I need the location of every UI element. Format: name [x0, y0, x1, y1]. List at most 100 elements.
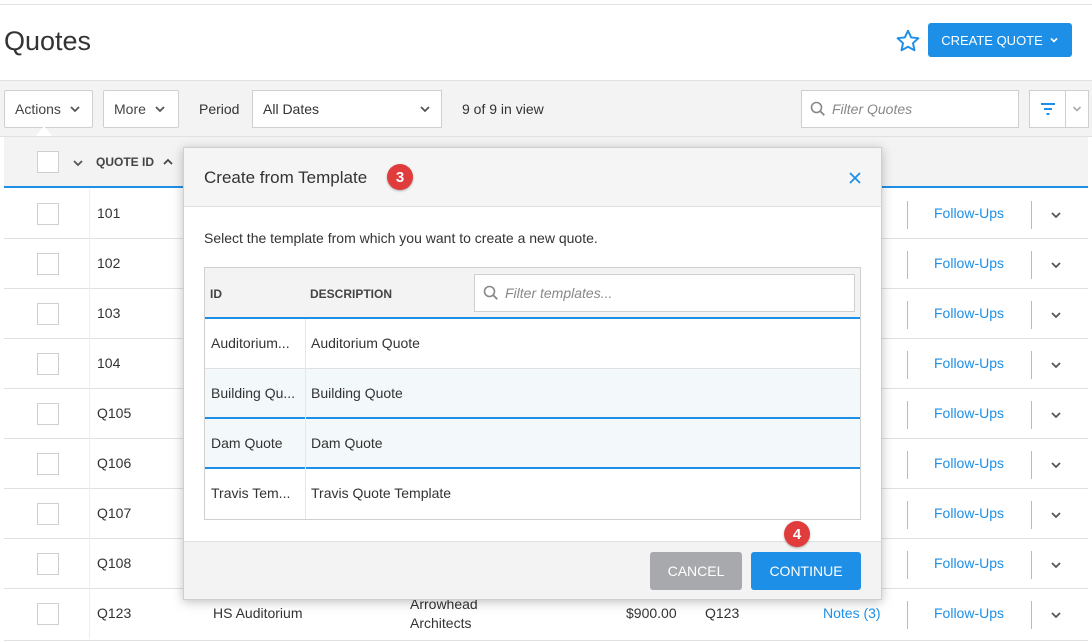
chevron-down-icon[interactable] — [1050, 259, 1062, 271]
row-checkbox[interactable] — [37, 553, 59, 575]
quote-id-cell: 101 — [97, 205, 121, 221]
follow-ups-link[interactable]: Follow-Ups — [934, 355, 1004, 371]
quote-id-cell: Q108 — [97, 555, 132, 571]
template-id-cell: Travis Tem... — [211, 485, 291, 501]
cell-divider — [89, 589, 90, 639]
row-checkbox[interactable] — [37, 353, 59, 375]
cell-divider — [907, 551, 908, 579]
row-checkbox[interactable] — [37, 253, 59, 275]
cell-divider — [89, 189, 90, 239]
filter-quotes-input[interactable]: Filter Quotes — [801, 90, 1019, 128]
create-quote-button[interactable]: CREATE QUOTE — [928, 23, 1072, 57]
sort-ascending-icon[interactable] — [162, 156, 174, 168]
search-icon — [483, 285, 498, 300]
notes-link[interactable]: Notes (3) — [823, 605, 881, 621]
cell-divider — [907, 201, 908, 229]
filter-icon[interactable] — [1030, 91, 1065, 127]
more-label: More — [114, 101, 146, 117]
template-row[interactable]: Travis Tem... Travis Quote Template — [205, 469, 860, 519]
cell-divider — [89, 489, 90, 539]
template-row[interactable]: Auditorium... Auditorium Quote — [205, 319, 860, 369]
cell-divider — [907, 451, 908, 479]
follow-ups-link[interactable]: Follow-Ups — [934, 255, 1004, 271]
chevron-down-icon — [1050, 37, 1058, 43]
chevron-down-icon[interactable] — [1050, 559, 1062, 571]
chevron-down-icon[interactable] — [72, 157, 84, 169]
cell-divider — [1031, 201, 1032, 229]
quote-id-cell: Q106 — [97, 455, 132, 471]
follow-ups-link[interactable]: Follow-Ups — [934, 205, 1004, 221]
cell-divider — [89, 389, 90, 439]
select-all-checkbox[interactable] — [37, 151, 59, 173]
row-checkbox[interactable] — [37, 603, 59, 625]
actions-label: Actions — [15, 101, 61, 117]
cell-divider — [305, 369, 306, 419]
column-header-id[interactable]: ID — [210, 287, 222, 301]
row-checkbox[interactable] — [37, 303, 59, 325]
cell-divider — [1031, 501, 1032, 529]
row-checkbox[interactable] — [37, 503, 59, 525]
chevron-down-icon[interactable] — [1066, 91, 1088, 127]
company-line-2: Architects — [410, 615, 472, 631]
cell-divider — [89, 239, 90, 289]
view-count: 9 of 9 in view — [462, 101, 544, 117]
cell-divider — [907, 251, 908, 279]
top-divider — [0, 4, 1092, 5]
cancel-button[interactable]: CANCEL — [650, 552, 742, 590]
template-row[interactable]: Building Qu... Building Quote — [205, 369, 860, 419]
continue-button[interactable]: CONTINUE — [751, 552, 861, 590]
filter-quotes-placeholder: Filter Quotes — [832, 101, 913, 117]
chevron-down-icon[interactable] — [1050, 359, 1062, 371]
amount-cell: $900.00 — [626, 605, 677, 621]
row-checkbox[interactable] — [37, 403, 59, 425]
cell-divider — [89, 289, 90, 339]
step-badge-4: 4 — [784, 521, 810, 547]
cell-divider — [89, 539, 90, 589]
period-select[interactable]: All Dates — [252, 90, 442, 128]
dropdown-caret — [36, 126, 52, 136]
template-id-cell: Auditorium... — [211, 335, 290, 351]
chevron-down-icon[interactable] — [1050, 509, 1062, 521]
chevron-down-icon[interactable] — [1050, 209, 1062, 221]
dialog-title: Create from Template — [204, 168, 368, 187]
dialog-header: Create from Template 3 — [184, 148, 881, 207]
search-icon — [810, 101, 825, 116]
toolbar: Actions More Period All Dates 9 of 9 in … — [0, 80, 1092, 137]
follow-ups-link[interactable]: Follow-Ups — [934, 455, 1004, 471]
chevron-down-icon[interactable] — [1050, 409, 1062, 421]
column-header-quote-id[interactable]: QUOTE ID — [96, 155, 154, 169]
chevron-down-icon[interactable] — [1050, 609, 1062, 621]
star-icon[interactable] — [895, 28, 921, 54]
cell-divider — [907, 351, 908, 379]
filter-templates-input[interactable]: Filter templates... — [474, 274, 855, 312]
chevron-down-icon — [155, 106, 165, 113]
follow-ups-link[interactable]: Follow-Ups — [934, 505, 1004, 521]
chevron-down-icon — [420, 106, 430, 113]
follow-ups-link[interactable]: Follow-Ups — [934, 305, 1004, 321]
row-checkbox[interactable] — [37, 453, 59, 475]
templates-table-header: ID DESCRIPTION Filter templates... — [205, 268, 860, 319]
quote-id-cell: Q105 — [97, 405, 132, 421]
chevron-down-icon[interactable] — [1050, 459, 1062, 471]
follow-ups-link[interactable]: Follow-Ups — [934, 555, 1004, 571]
quote-id-cell: Q107 — [97, 505, 132, 521]
filter-templates-placeholder: Filter templates... — [505, 285, 613, 301]
column-header-description[interactable]: DESCRIPTION — [310, 287, 392, 301]
close-icon[interactable] — [847, 170, 863, 186]
step-badge-3: 3 — [387, 164, 413, 190]
create-from-template-dialog: Create from Template 3 Select the templa… — [183, 147, 882, 600]
follow-ups-link[interactable]: Follow-Ups — [934, 605, 1004, 621]
chevron-down-icon[interactable] — [1050, 309, 1062, 321]
row-checkbox[interactable] — [37, 203, 59, 225]
cell-divider — [1031, 551, 1032, 579]
cell-divider — [1031, 451, 1032, 479]
quote-id-cell: 103 — [97, 305, 121, 321]
template-description-cell: Building Quote — [311, 385, 403, 401]
actions-dropdown[interactable]: Actions — [4, 90, 93, 128]
template-row[interactable]: Dam Quote Dam Quote — [205, 419, 860, 469]
follow-ups-link[interactable]: Follow-Ups — [934, 405, 1004, 421]
filter-options-button[interactable] — [1029, 90, 1089, 128]
more-dropdown[interactable]: More — [103, 90, 179, 128]
cell-divider — [907, 601, 908, 629]
cell-divider — [305, 319, 306, 369]
